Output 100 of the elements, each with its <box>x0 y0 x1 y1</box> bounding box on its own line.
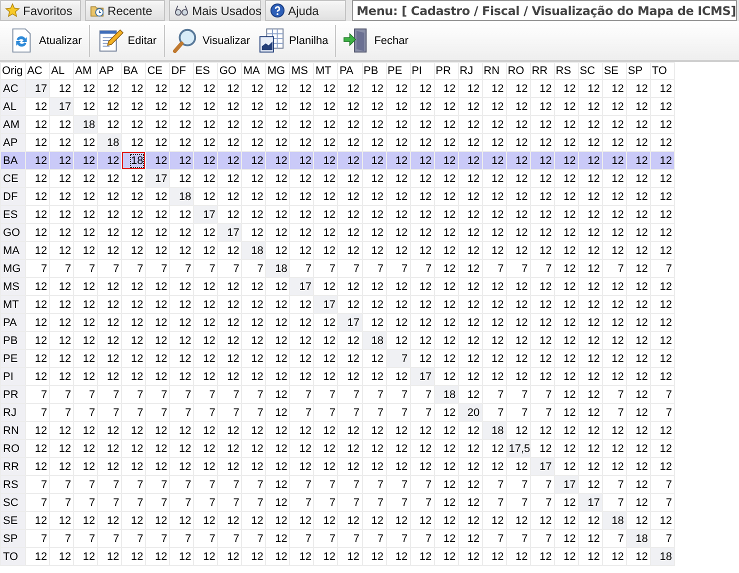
nav-tab[interactable]: Recente <box>84 0 166 21</box>
table-cell: 7 <box>482 260 506 278</box>
table-cell: 12 <box>74 278 98 296</box>
table-cell: 12 <box>386 422 410 440</box>
table-row[interactable]: DF 12 12 12 12 12 12 18 12 12 12 12 12 12 12 12 12 12 12 12 12 12 12 12 12 12 12 12 <box>0 188 674 206</box>
table-cell: 12 <box>482 188 506 206</box>
table-cell: 12 <box>482 314 506 332</box>
table-cell: 7 <box>122 494 146 512</box>
table-row[interactable]: AL 12 17 12 12 12 12 12 12 12 12 12 12 12 12 12 12 12 12 12 12 12 12 12 12 12 12 12 <box>0 98 674 116</box>
table-cell: 12 <box>290 188 314 206</box>
table-cell: 12 <box>314 224 338 242</box>
toolbar-button[interactable]: Atualizar <box>4 24 86 58</box>
magnifier-icon <box>172 27 199 54</box>
table-cell: 12 <box>314 350 338 368</box>
table-cell: 12 <box>242 206 266 224</box>
table-cell: 12 <box>218 548 242 566</box>
table-cell: 12 <box>194 350 218 368</box>
table-cell: 12 <box>458 296 482 314</box>
row-header: SP <box>0 530 26 548</box>
table-cell: 12 <box>266 152 290 170</box>
table-cell: 12 <box>266 188 290 206</box>
table-cell: 7 <box>146 260 170 278</box>
toolbar-button[interactable]: Visualizar <box>168 24 254 58</box>
column-header: RN <box>482 62 506 80</box>
table-row[interactable]: RS 7 7 7 7 7 7 7 7 7 7 12 7 7 7 7 7 7 12 12 7 7 7 17 12 7 12 7 <box>0 476 674 494</box>
table-cell: 7 <box>314 530 338 548</box>
table-cell: 12 <box>242 278 266 296</box>
table-row[interactable]: AM 12 12 18 12 12 12 12 12 12 12 12 12 12 12 12 12 12 12 12 12 12 12 12 12 12 12 12 <box>0 116 674 134</box>
table-row[interactable]: ES 12 12 12 12 12 12 12 17 12 12 12 12 12 12 12 12 12 12 12 12 12 12 12 12 12 12 12 <box>0 206 674 224</box>
table-row[interactable]: SE 12 12 12 12 12 12 12 12 12 12 12 12 12 12 12 12 12 12 12 12 12 12 12 12 18 12 12 <box>0 512 674 530</box>
table-row[interactable]: MS 12 12 12 12 12 12 12 12 12 12 12 17 12 12 12 12 12 12 12 12 12 12 12 12 12 12 12 <box>0 278 674 296</box>
column-header: PA <box>338 62 362 80</box>
table-cell: 12 <box>362 548 386 566</box>
table-row[interactable]: PE 12 12 12 12 12 12 12 12 12 12 12 12 12 12 12 7 12 12 12 12 12 12 12 12 12 12 12 <box>0 350 674 368</box>
column-header: Orig <box>0 62 26 80</box>
table-row[interactable]: RJ 7 7 7 7 7 7 7 7 7 7 12 7 7 7 7 7 7 12 20 7 7 7 12 12 7 12 7 <box>0 404 674 422</box>
table-cell: 12 <box>458 98 482 116</box>
table-row[interactable]: PB 12 12 12 12 12 12 12 12 12 12 12 12 12 12 18 12 12 12 12 12 12 12 12 12 12 12 12 <box>0 332 674 350</box>
table-cell: 7 <box>74 404 98 422</box>
table-cell: 7 <box>314 404 338 422</box>
table-row[interactable]: RN 12 12 12 12 12 12 12 12 12 12 12 12 12 12 12 12 12 12 12 18 12 12 12 12 12 12 12 <box>0 422 674 440</box>
table-cell: 12 <box>266 206 290 224</box>
table-cell: 7 <box>386 530 410 548</box>
table-row[interactable]: TO 12 12 12 12 12 12 12 12 12 12 12 12 12 12 12 12 12 12 12 12 12 12 12 12 12 12 18 <box>0 548 674 566</box>
table-cell: 7 <box>194 530 218 548</box>
table-row[interactable]: CE 12 12 12 12 12 17 12 12 12 12 12 12 12 12 12 12 12 12 12 12 12 12 12 12 12 12 12 <box>0 170 674 188</box>
toolbar-button[interactable]: Editar <box>92 24 161 58</box>
table-cell: 17 <box>530 458 554 476</box>
table-row[interactable]: RO 12 12 12 12 12 12 12 12 12 12 12 12 12 12 12 12 12 12 12 12 17,5 12 12 12 12 12 12 <box>0 440 674 458</box>
table-cell: 7 <box>170 530 194 548</box>
table-row[interactable]: BA 12 12 12 12 18 12 12 12 12 12 12 12 12 12 12 12 12 12 12 12 12 12 12 12 12 12 12 <box>0 152 674 170</box>
table-cell: 12 <box>626 206 650 224</box>
table-cell: 12 <box>98 512 122 530</box>
table-cell: 12 <box>170 368 194 386</box>
table-row[interactable]: AC 17 12 12 12 12 12 12 12 12 12 12 12 12 12 12 12 12 12 12 12 12 12 12 12 12 12 12 <box>0 80 674 98</box>
table-cell: 12 <box>74 512 98 530</box>
table-cell: 12 <box>626 224 650 242</box>
table-row[interactable]: RR 12 12 12 12 12 12 12 12 12 12 12 12 12 12 12 12 12 12 12 12 12 17 12 12 12 12 12 <box>0 458 674 476</box>
table-cell: 12 <box>626 476 650 494</box>
toolbar-button[interactable]: Fechar <box>339 24 412 58</box>
table-cell: 12 <box>26 296 50 314</box>
nav-tab[interactable]: Favoritos <box>0 0 81 21</box>
table-cell: 7 <box>218 386 242 404</box>
star-icon <box>5 3 20 18</box>
table-row[interactable]: GO 12 12 12 12 12 12 12 12 17 12 12 12 12 12 12 12 12 12 12 12 12 12 12 12 12 12 12 <box>0 224 674 242</box>
table-cell: 7 <box>290 404 314 422</box>
table-cell: 12 <box>554 494 578 512</box>
toolbar-button[interactable]: Planilha <box>254 24 332 58</box>
table-row[interactable]: PI 12 12 12 12 12 12 12 12 12 12 12 12 12 12 12 12 17 12 12 12 12 12 12 12 12 12 12 <box>0 368 674 386</box>
table-row[interactable]: MA 12 12 12 12 12 12 12 12 12 18 12 12 12 12 12 12 12 12 12 12 12 12 12 12 12 12 12 <box>0 242 674 260</box>
table-row[interactable]: SP 7 7 7 7 7 7 7 7 7 7 12 7 7 7 7 7 7 12 12 7 7 7 12 12 7 18 7 <box>0 530 674 548</box>
table-row[interactable]: PR 7 7 7 7 7 7 7 7 7 7 12 7 7 7 7 7 7 18 12 7 7 7 12 12 7 12 7 <box>0 386 674 404</box>
table-cell: 7 <box>338 494 362 512</box>
table-cell: 12 <box>650 80 674 98</box>
table-cell: 12 <box>122 116 146 134</box>
row-header: CE <box>0 170 26 188</box>
table-cell: 12 <box>650 116 674 134</box>
table-row[interactable]: PA 12 12 12 12 12 12 12 12 12 12 12 12 12 17 12 12 12 12 12 12 12 12 12 12 12 12 12 <box>0 314 674 332</box>
nav-tab[interactable]: Mais Usados <box>169 0 262 21</box>
table-cell: 12 <box>434 224 458 242</box>
table-cell: 12 <box>266 422 290 440</box>
table-cell: 12 <box>50 332 74 350</box>
row-header: SC <box>0 494 26 512</box>
table-cell: 12 <box>242 314 266 332</box>
table-cell: 12 <box>266 332 290 350</box>
table-cell: 7 <box>602 404 626 422</box>
table-row[interactable]: MT 12 12 12 12 12 12 12 12 12 12 12 12 17 12 12 12 12 12 12 12 12 12 12 12 12 12 12 <box>0 296 674 314</box>
table-cell: 12 <box>554 98 578 116</box>
table-cell: 7 <box>530 404 554 422</box>
table-cell: 7 <box>314 476 338 494</box>
table-cell: 7 <box>482 494 506 512</box>
table-cell: 12 <box>194 116 218 134</box>
table-cell: 12 <box>578 368 602 386</box>
table-cell: 7 <box>98 386 122 404</box>
table-cell: 12 <box>338 170 362 188</box>
nav-tab[interactable]: Ajuda <box>265 0 346 21</box>
table-cell: 12 <box>266 404 290 422</box>
table-row[interactable]: MG 7 7 7 7 7 7 7 7 7 7 18 7 7 7 7 7 7 12 12 7 7 7 12 12 7 12 7 <box>0 260 674 278</box>
table-cell: 12 <box>98 98 122 116</box>
table-row[interactable]: SC 7 7 7 7 7 7 7 7 7 7 12 7 7 7 7 7 7 12 12 7 7 7 12 17 7 12 7 <box>0 494 674 512</box>
